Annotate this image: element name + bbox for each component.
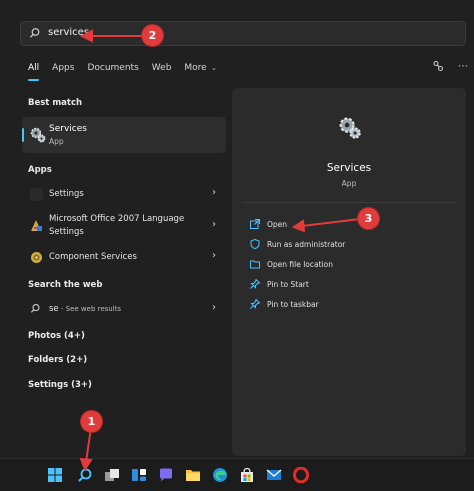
more-options-icon[interactable]: ⋯ [458, 61, 468, 72]
chevron-right-icon[interactable]: › [212, 219, 216, 230]
share-network-icon[interactable] [432, 60, 444, 72]
callout-badge-1: 1 [81, 411, 102, 432]
tab-web[interactable]: Web [152, 62, 172, 78]
group-folders[interactable]: Folders (2+) [28, 355, 87, 365]
selection-indicator [22, 128, 24, 142]
divider [242, 202, 456, 203]
start-search-panel: services All Apps Documents Web More ⌄ ⋯… [0, 0, 474, 458]
office-language-icon [31, 220, 42, 231]
action-label: Open [267, 220, 288, 229]
services-gear-icon [30, 127, 46, 143]
preview-subtitle: App [341, 179, 357, 188]
best-match-heading: Best match [28, 98, 83, 108]
tab-apps[interactable]: Apps [52, 62, 74, 78]
action-label: Run as administrator [267, 240, 346, 249]
search-box[interactable]: services [20, 21, 466, 46]
app-label: Settings [49, 189, 84, 199]
taskbar-search-icon[interactable] [77, 467, 93, 483]
action-label: Pin to taskbar [267, 300, 319, 309]
preview-pane: Services App Open Run as administrator O… [232, 88, 466, 456]
tab-documents[interactable]: Documents [87, 62, 138, 78]
open-icon [250, 219, 260, 229]
pin-icon [250, 299, 260, 309]
app-item-component-services[interactable]: Component Services › [22, 248, 226, 268]
callout-badge-3: 3 [358, 208, 379, 229]
action-label: Open file location [267, 260, 333, 269]
chevron-right-icon[interactable]: › [212, 187, 216, 198]
task-view-icon[interactable] [104, 467, 120, 483]
best-match-subtitle: App [49, 137, 64, 146]
web-hint: - See web results [58, 305, 122, 313]
callout-badge-2: 2 [142, 25, 163, 46]
widgets-icon[interactable] [131, 467, 147, 483]
search-web-heading: Search the web [28, 280, 103, 290]
web-result-label: se - See web results [49, 304, 121, 314]
taskbar [0, 458, 474, 491]
group-photos[interactable]: Photos (4+) [28, 331, 85, 341]
app-label-line2: Settings [49, 227, 84, 237]
mail-icon[interactable] [266, 467, 282, 483]
search-icon [30, 28, 40, 38]
filter-tabs: All Apps Documents Web More ⌄ [28, 62, 230, 81]
shield-icon [250, 239, 260, 249]
web-query: se [49, 304, 59, 314]
app-item-settings[interactable]: Settings › [22, 185, 226, 205]
app-label: Microsoft Office 2007 Language [49, 214, 185, 224]
tab-more-label: More [184, 63, 207, 73]
file-explorer-icon[interactable] [185, 467, 201, 483]
edge-browser-icon[interactable] [212, 467, 228, 483]
folder-icon [250, 260, 260, 269]
pin-icon [250, 279, 260, 289]
apps-heading: Apps [28, 165, 52, 175]
chevron-down-icon: ⌄ [208, 64, 217, 72]
group-settings[interactable]: Settings (3+) [28, 380, 92, 390]
tab-all[interactable]: All [28, 62, 40, 81]
windows-start-icon[interactable] [47, 467, 63, 483]
store-icon[interactable] [239, 467, 255, 483]
action-label: Pin to Start [267, 280, 309, 289]
top-right-icons: ⋯ [432, 60, 468, 72]
app-item-office-language[interactable]: Microsoft Office 2007 Language Settings … [22, 213, 226, 241]
chat-icon[interactable] [158, 467, 174, 483]
opera-browser-icon[interactable] [293, 467, 309, 483]
best-match-title: Services [49, 124, 87, 134]
services-gear-icon [339, 117, 361, 139]
app-label: Component Services [49, 252, 137, 262]
component-services-icon [31, 252, 42, 263]
tab-more[interactable]: More ⌄ [184, 62, 216, 78]
chevron-right-icon[interactable]: › [212, 302, 216, 313]
settings-icon [30, 188, 43, 201]
chevron-right-icon[interactable]: › [212, 250, 216, 261]
web-result-item[interactable]: se - See web results › [22, 300, 226, 320]
search-input[interactable]: services [48, 27, 89, 38]
best-match-item[interactable]: Services App [22, 117, 226, 153]
preview-title: Services [326, 162, 372, 174]
search-icon [30, 304, 40, 313]
